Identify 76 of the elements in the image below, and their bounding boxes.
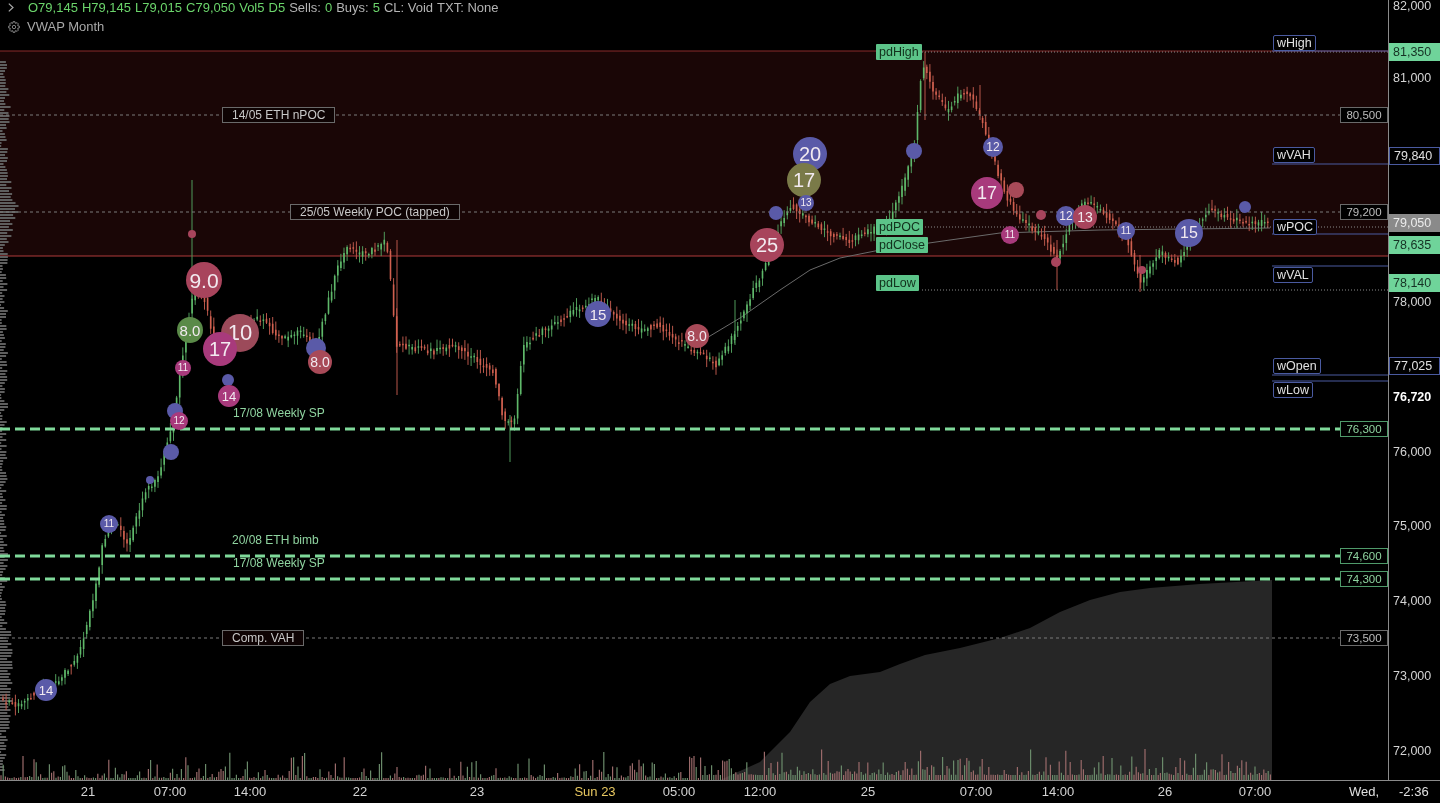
trade-bubble: 8.0 xyxy=(685,324,709,348)
time-label: 14:00 xyxy=(233,784,267,799)
time-label: 07:00 xyxy=(959,784,993,799)
legend-label: Buys: xyxy=(336,0,369,15)
trade-bubble: 8.0 xyxy=(308,350,332,374)
axis-price-label: 76,000 xyxy=(1392,444,1433,461)
trade-bubble: 15 xyxy=(585,301,611,327)
weekly-level-label: wPOC xyxy=(1273,219,1318,235)
level-label: 14/05 ETH nPOC xyxy=(222,107,336,123)
axis-price-label: 72,000 xyxy=(1392,743,1433,760)
legend-value: C79,050 xyxy=(186,0,236,15)
trade-bubble: 11 xyxy=(100,515,118,533)
weekly-level-label: wLow xyxy=(1273,382,1313,398)
legend-value: 0 xyxy=(324,0,333,15)
trade-bubble: 9.0 xyxy=(186,262,222,298)
axis-price-label: 75,000 xyxy=(1392,518,1433,535)
time-label: 25 xyxy=(860,784,876,799)
trade-bubble: 11 xyxy=(175,360,191,376)
price-tag: 78,635 xyxy=(1389,236,1440,254)
level-label: Comp. VAH xyxy=(222,630,305,646)
level-label: 25/05 Weekly POC (tapped) xyxy=(290,204,460,220)
weekly-level-label: wVAL xyxy=(1273,267,1313,283)
time-label: 21 xyxy=(80,784,96,799)
legend-label: TXT: None xyxy=(437,0,499,15)
price-tag: 81,350 xyxy=(1389,43,1440,61)
axis-price-label: 76,720 xyxy=(1392,389,1433,406)
legend-value: O79,145 xyxy=(28,0,78,15)
price-tag: 77,025 xyxy=(1389,357,1440,375)
legend-label: CL: Void xyxy=(383,0,434,15)
time-label: 07:00 xyxy=(1238,784,1272,799)
time-label: 26 xyxy=(1157,784,1173,799)
axis-price-label: 74,000 xyxy=(1392,593,1433,610)
level-price-tag: 80,500 xyxy=(1340,107,1388,123)
daily-level-label: pdLow xyxy=(876,275,919,291)
level-label: 17/08 Weekly SP xyxy=(233,406,325,420)
legend-value: H79,145 xyxy=(81,0,132,15)
time-label: 12:00 xyxy=(743,784,777,799)
legend-value: 5 xyxy=(372,0,380,15)
time-label: 22 xyxy=(352,784,368,799)
bar-countdown: -2:36 xyxy=(1399,784,1429,799)
daily-level-label: pdClose xyxy=(876,237,928,253)
axis-price-label: 82,000 xyxy=(1392,0,1433,15)
indicator-name: VWAP Month xyxy=(27,19,105,34)
time-label: 05:00 xyxy=(662,784,696,799)
level-price-tag: 74,600 xyxy=(1340,548,1388,564)
trade-bubble: 14 xyxy=(218,385,240,407)
weekly-level-label: wHigh xyxy=(1273,35,1316,51)
price-tag: 79,840 xyxy=(1389,147,1440,165)
level-price-tag: 73,500 xyxy=(1340,630,1388,646)
settings-icon[interactable] xyxy=(8,20,20,33)
level-price-tag: 79,200 xyxy=(1340,204,1388,220)
legend-value: Vol5 xyxy=(239,0,265,15)
axis-price-label: 73,000 xyxy=(1392,668,1433,685)
time-label: 23 xyxy=(469,784,485,799)
legend-label: Sells: xyxy=(289,0,321,15)
time-label: Sun 23 xyxy=(574,784,616,799)
current-price-tag: 79,050 xyxy=(1389,214,1440,232)
cursor-date-label: Wed, xyxy=(1349,784,1380,799)
axis-price-label: 78,000 xyxy=(1392,294,1433,311)
time-label: 14:00 xyxy=(1041,784,1075,799)
axis-price-label: 81,000 xyxy=(1392,70,1433,87)
time-label: 07:00 xyxy=(153,784,187,799)
weekly-level-label: wVAH xyxy=(1273,147,1315,163)
daily-level-label: pdHigh xyxy=(876,44,922,60)
level-price-tag: 74,300 xyxy=(1340,571,1388,587)
daily-level-label: pdPOC xyxy=(876,219,923,235)
price-tag: 78,140 xyxy=(1389,274,1440,292)
trade-bubble: 14 xyxy=(35,679,57,701)
chevron-icon[interactable] xyxy=(8,3,14,12)
weekly-level-label: wOpen xyxy=(1273,358,1321,374)
level-price-tag: 76,300 xyxy=(1340,421,1388,437)
level-label: 17/08 Weekly SP xyxy=(233,556,325,570)
legend-value: L79,015 xyxy=(135,0,183,15)
level-label: 20/08 ETH bimb xyxy=(232,533,319,547)
trade-bubble: 8.0 xyxy=(177,317,203,343)
legend-value: D5 xyxy=(268,0,286,15)
